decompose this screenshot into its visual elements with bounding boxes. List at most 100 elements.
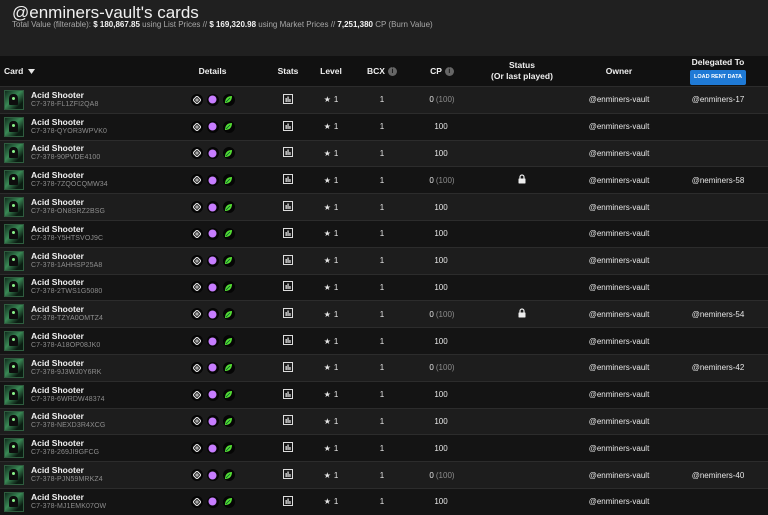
owner-cell[interactable]: @enminers-vault: [569, 382, 669, 408]
owner-cell[interactable]: @enminers-vault: [569, 248, 669, 274]
element-earth-icon[interactable]: [222, 361, 235, 374]
card-thumbnail[interactable]: [4, 438, 24, 459]
delegated-cell[interactable]: @neminers-42: [676, 355, 760, 381]
load-rent-data-button[interactable]: LOAD RENT DATA: [689, 70, 747, 85]
card-cell[interactable]: Acid Shooter C7-378-2TWS1G5080: [4, 275, 184, 301]
card-name[interactable]: Acid Shooter: [31, 358, 102, 368]
card-cell[interactable]: Acid Shooter C7-378-PJN59MRKZ4: [4, 462, 184, 488]
bar-chart-icon[interactable]: [283, 415, 293, 427]
table-row[interactable]: Acid Shooter C7-378-PJN59MRKZ4 ★ 1 1 0 (…: [0, 461, 768, 488]
card-thumbnail[interactable]: [4, 411, 24, 432]
rarity-purple-icon[interactable]: [206, 442, 219, 455]
delegated-cell[interactable]: @neminers-54: [676, 301, 760, 327]
bar-chart-icon[interactable]: [283, 281, 293, 293]
card-cell[interactable]: Acid Shooter C7-378-TZYA0OMTZ4: [4, 301, 184, 327]
card-name[interactable]: Acid Shooter: [31, 332, 100, 341]
owner-cell[interactable]: @enminers-vault: [569, 301, 669, 327]
bar-chart-icon[interactable]: [283, 174, 293, 186]
card-cell[interactable]: Acid Shooter C7-378-1AHHSP25A8: [4, 248, 184, 274]
card-thumbnail[interactable]: [4, 116, 24, 137]
edition-icon[interactable]: [190, 201, 203, 214]
card-name[interactable]: Acid Shooter: [31, 251, 102, 261]
card-cell[interactable]: Acid Shooter C7-378-6WRDW48374: [4, 382, 184, 408]
card-cell[interactable]: Acid Shooter C7-378-FL1ZFI2QA8: [4, 87, 184, 113]
owner-cell[interactable]: @enminers-vault: [569, 87, 669, 113]
delegated-cell[interactable]: @enminers-17: [676, 87, 760, 113]
delegated-cell[interactable]: [676, 435, 760, 461]
owner-cell[interactable]: @enminers-vault: [569, 328, 669, 354]
caret-down-icon[interactable]: [28, 66, 36, 76]
element-earth-icon[interactable]: [222, 335, 235, 348]
bar-chart-icon[interactable]: [283, 93, 293, 106]
element-earth-icon[interactable]: [222, 174, 235, 187]
card-thumbnail[interactable]: [4, 277, 24, 298]
card-cell[interactable]: Acid Shooter C7-378-269JI9GFCG: [4, 435, 184, 461]
table-row[interactable]: Acid Shooter C7-378-TZYA0OMTZ4 ★ 1 1 0 (…: [0, 300, 768, 328]
table-row[interactable]: Acid Shooter C7-378-ON8SRZ2BSG ★ 1 1 100…: [0, 193, 768, 220]
bar-chart-icon[interactable]: [283, 388, 293, 401]
bar-chart-icon[interactable]: [283, 227, 293, 240]
card-thumbnail[interactable]: [4, 197, 24, 218]
rarity-purple-icon[interactable]: [206, 147, 219, 160]
card-name[interactable]: Acid Shooter: [31, 439, 99, 448]
card-thumbnail[interactable]: [4, 465, 24, 486]
edition-icon[interactable]: [190, 227, 203, 240]
rarity-purple-icon[interactable]: [206, 281, 219, 294]
owner-cell[interactable]: @enminers-vault: [569, 275, 669, 301]
edition-icon[interactable]: [190, 415, 203, 428]
edition-icon[interactable]: [190, 254, 203, 267]
card-thumbnail[interactable]: [4, 331, 24, 352]
edition-icon[interactable]: [190, 147, 203, 160]
table-row[interactable]: Acid Shooter C7-378-1AHHSP25A8 ★ 1 1 100…: [0, 246, 768, 274]
element-earth-icon[interactable]: [222, 308, 235, 321]
owner-cell[interactable]: @enminers-vault: [569, 355, 669, 381]
card-cell[interactable]: Acid Shooter C7-378-ON8SRZ2BSG: [4, 194, 184, 220]
card-cell[interactable]: Acid Shooter C7-378-7ZQOCQMW34: [4, 167, 184, 193]
table-row[interactable]: Acid Shooter C7-378-2TWS1G5080 ★ 1 1 100…: [0, 273, 768, 301]
owner-cell[interactable]: @enminers-vault: [569, 114, 669, 140]
bar-chart-icon[interactable]: [283, 147, 293, 159]
table-row[interactable]: Acid Shooter C7-378-Y5HTSVOJ9C ★ 1 1 100…: [0, 219, 768, 247]
delegated-cell[interactable]: [676, 248, 760, 274]
delegated-cell[interactable]: [676, 328, 760, 354]
element-earth-icon[interactable]: [222, 120, 235, 133]
card-name[interactable]: Acid Shooter: [31, 224, 103, 234]
edition-icon[interactable]: [190, 281, 203, 294]
rarity-purple-icon[interactable]: [206, 469, 219, 482]
card-thumbnail[interactable]: [4, 170, 24, 191]
rarity-purple-icon[interactable]: [206, 388, 219, 401]
card-thumbnail[interactable]: [4, 357, 24, 378]
element-earth-icon[interactable]: [222, 388, 235, 401]
table-row[interactable]: Acid Shooter C7-378-NEXD3R4XCG ★ 1 1 100…: [0, 407, 768, 435]
delegated-cell[interactable]: @neminers-40: [676, 462, 760, 488]
bar-chart-icon[interactable]: [283, 335, 293, 347]
card-thumbnail[interactable]: [4, 250, 24, 271]
edition-icon[interactable]: [190, 308, 203, 321]
delegated-cell[interactable]: [676, 114, 760, 140]
card-name[interactable]: Acid Shooter: [31, 412, 105, 421]
card-name[interactable]: Acid Shooter: [31, 385, 105, 395]
card-thumbnail[interactable]: [4, 223, 24, 244]
table-row[interactable]: Acid Shooter C7-378-6WRDW48374 ★ 1 1 100…: [0, 380, 768, 408]
card-cell[interactable]: Acid Shooter C7-378-A18OP08JK0: [4, 328, 184, 354]
card-name[interactable]: Acid Shooter: [31, 492, 106, 502]
card-name[interactable]: Acid Shooter: [31, 466, 103, 475]
table-row[interactable]: Acid Shooter C7-378-MJ1EMK07OW ★ 1 1 100…: [0, 487, 768, 515]
card-cell[interactable]: Acid Shooter C7-378-QYOR3WPVK0: [4, 114, 184, 140]
rarity-purple-icon[interactable]: [206, 201, 219, 214]
rarity-purple-icon[interactable]: [206, 361, 219, 374]
table-row[interactable]: Acid Shooter C7-378-9J3WJ0Y6RK ★ 1 1 0 (…: [0, 353, 768, 381]
card-name[interactable]: Acid Shooter: [31, 90, 98, 100]
bar-chart-icon[interactable]: [283, 469, 293, 481]
rarity-purple-icon[interactable]: [206, 254, 219, 267]
card-cell[interactable]: Acid Shooter C7-378-9J3WJ0Y6RK: [4, 355, 184, 381]
element-earth-icon[interactable]: [222, 469, 235, 482]
owner-cell[interactable]: @enminers-vault: [569, 167, 669, 193]
table-row[interactable]: Acid Shooter C7-378-7ZQOCQMW34 ★ 1 1 0 (…: [0, 166, 768, 194]
card-cell[interactable]: Acid Shooter C7-378-90PVDE4100: [4, 141, 184, 167]
card-name[interactable]: Acid Shooter: [31, 171, 108, 180]
delegated-cell[interactable]: [676, 275, 760, 301]
element-earth-icon[interactable]: [222, 281, 235, 294]
card-thumbnail[interactable]: [4, 89, 24, 110]
rarity-purple-icon[interactable]: [206, 335, 219, 348]
